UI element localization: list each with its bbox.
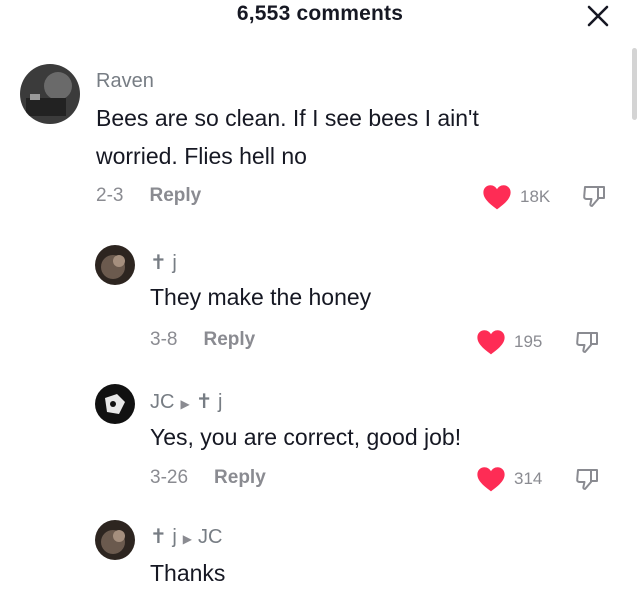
avatar[interactable] — [95, 520, 135, 560]
comment-date: 2-3 — [96, 185, 124, 206]
comment-date: 3-8 — [150, 329, 178, 350]
comment-text: Yes, you are correct, good job! — [150, 424, 462, 450]
reply-arrow-icon: ▶ — [180, 397, 190, 411]
like-button[interactable]: 314 — [476, 466, 542, 492]
close-icon[interactable] — [586, 4, 610, 28]
heart-icon — [477, 467, 505, 492]
like-button[interactable]: 18K — [482, 184, 550, 210]
avatar[interactable] — [20, 64, 80, 124]
comment-author[interactable]: Raven — [96, 70, 154, 93]
heart-icon — [483, 185, 511, 210]
reply-button[interactable]: Reply — [214, 467, 266, 488]
reply-arrow-icon: ▶ — [182, 532, 192, 546]
comment-meta: 2-3 Reply — [96, 185, 201, 207]
like-button[interactable]: 195 — [476, 329, 542, 355]
dislike-icon[interactable] — [582, 184, 608, 208]
like-count: 18K — [520, 187, 551, 206]
reply-button[interactable]: Reply — [203, 329, 255, 350]
comment-date: 3-26 — [150, 467, 189, 488]
dislike-icon[interactable] — [575, 330, 601, 354]
dislike-icon[interactable] — [575, 467, 601, 491]
reply-button[interactable]: Reply — [149, 185, 201, 206]
comment-author-name: JC — [150, 391, 175, 413]
comment-text: Bees are so clean. If I see bees I ain't… — [96, 105, 479, 169]
comment-author[interactable]: ✝ j ▶ JC — [150, 524, 222, 549]
comment-text: They make the honey — [150, 284, 372, 310]
reply-to-name: JC — [198, 526, 223, 548]
comments-count-title: 6,553 comments — [236, 2, 404, 25]
heart-icon — [477, 330, 505, 355]
like-count: 314 — [514, 469, 543, 488]
avatar[interactable] — [95, 245, 135, 285]
reply-to-name: ✝ j — [195, 391, 223, 413]
comment-author[interactable]: JC ▶ ✝ j — [150, 389, 222, 414]
like-count: 195 — [514, 332, 543, 351]
comment-meta: 3-8 Reply — [150, 329, 255, 351]
comment-author[interactable]: ✝ j — [150, 250, 177, 275]
comment-meta: 3-26 Reply — [150, 467, 266, 489]
scrollbar[interactable] — [632, 48, 637, 120]
avatar[interactable] — [95, 384, 135, 424]
comment-author-name: ✝ j — [150, 526, 177, 548]
comment-text: Thanks — [150, 560, 226, 586]
